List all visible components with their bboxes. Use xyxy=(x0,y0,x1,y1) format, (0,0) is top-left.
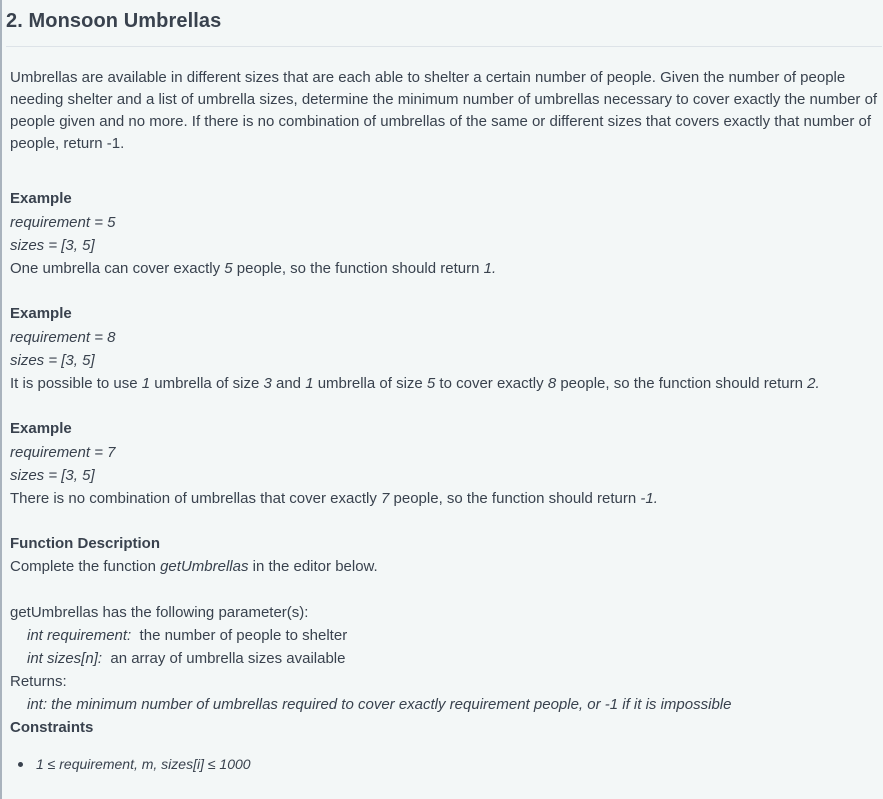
emphasized-value: 5 xyxy=(224,260,233,277)
emphasized-value: -1. xyxy=(640,490,658,507)
example-sizes: sizes = [3, 5] xyxy=(10,467,95,484)
returns-description: int: the minimum number of umbrellas req… xyxy=(27,696,732,713)
function-description-heading: Function Description xyxy=(10,535,160,552)
example-sizes: sizes = [3, 5] xyxy=(10,352,95,369)
example-sizes: sizes = [3, 5] xyxy=(10,237,95,254)
constraints-heading: Constraints xyxy=(10,719,94,736)
emphasized-value: 2. xyxy=(807,375,820,392)
explanation-text: and xyxy=(271,375,306,392)
bullet-icon xyxy=(18,762,23,767)
problem-body: Umbrellas are available in different siz… xyxy=(10,67,880,776)
parameters-intro: getUmbrellas has the following parameter… xyxy=(10,604,309,621)
explanation-text: One umbrella can cover exactly xyxy=(10,260,225,277)
param-signature: int sizes[n]: xyxy=(27,650,103,667)
explanation-text: people, so the function should return xyxy=(232,260,484,277)
explanation-text: umbrella of size xyxy=(313,375,427,392)
example-explanation: There is no combination of umbrellas tha… xyxy=(10,487,880,510)
constraint-text: 1 ≤ requirement, m, sizes[i] ≤ 1000 xyxy=(36,756,251,772)
example-block-1: Example requirement = 5 sizes = [3, 5] O… xyxy=(10,187,880,280)
emphasized-value: 8 xyxy=(547,375,557,392)
param-signature: int requirement: xyxy=(27,627,132,644)
param-description: an array of umbrella sizes available xyxy=(102,650,346,667)
example-block-2: Example requirement = 8 sizes = [3, 5] I… xyxy=(10,302,880,395)
parameters-block: getUmbrellas has the following parameter… xyxy=(10,601,880,716)
example-requirement: requirement = 5 xyxy=(10,214,116,231)
emphasized-value: 1. xyxy=(483,260,497,277)
example-explanation: It is possible to use 1 umbrella of size… xyxy=(10,372,880,395)
function-name: getUmbrellas xyxy=(160,558,249,575)
emphasized-value: 1 xyxy=(141,375,151,392)
explanation-text: people, so the function should return xyxy=(389,490,641,507)
function-text-after: in the editor below. xyxy=(248,558,378,575)
function-text-before: Complete the function xyxy=(10,558,161,575)
example-heading: Example xyxy=(10,190,72,207)
example-explanation: One umbrella can cover exactly 5 people,… xyxy=(10,257,880,280)
problem-intro: Umbrellas are available in different siz… xyxy=(10,69,878,152)
param-description: the number of people to shelter xyxy=(131,627,348,644)
explanation-text: umbrella of size xyxy=(150,375,264,392)
explanation-text: It is possible to use xyxy=(10,375,142,392)
title-divider xyxy=(6,46,882,47)
explanation-text: people, so the function should return xyxy=(556,375,808,392)
problem-title: 2. Monsoon Umbrellas xyxy=(6,10,222,32)
explanation-text: to cover exactly xyxy=(435,375,548,392)
emphasized-value: 3 xyxy=(263,375,272,392)
example-heading: Example xyxy=(10,305,72,322)
constraints-list: 1 ≤ requirement, m, sizes[i] ≤ 1000 xyxy=(10,753,880,776)
left-panel-border xyxy=(0,0,2,799)
example-heading: Example xyxy=(10,420,72,437)
emphasized-value: 5 xyxy=(426,375,436,392)
function-description-text: Complete the function getUmbrellas in th… xyxy=(10,555,880,578)
param-requirement: int requirement: the number of people to… xyxy=(10,624,880,647)
example-requirement: requirement = 7 xyxy=(10,444,116,461)
param-sizes: int sizes[n]: an array of umbrella sizes… xyxy=(10,647,880,670)
explanation-text: There is no combination of umbrellas tha… xyxy=(10,490,382,507)
constraint-item: 1 ≤ requirement, m, sizes[i] ≤ 1000 xyxy=(10,753,880,776)
example-requirement: requirement = 8 xyxy=(10,329,116,346)
function-description: Function Description Complete the functi… xyxy=(10,532,880,776)
example-block-3: Example requirement = 7 sizes = [3, 5] T… xyxy=(10,417,880,510)
emphasized-value: 1 xyxy=(305,375,314,392)
returns-label: Returns: xyxy=(10,673,67,690)
